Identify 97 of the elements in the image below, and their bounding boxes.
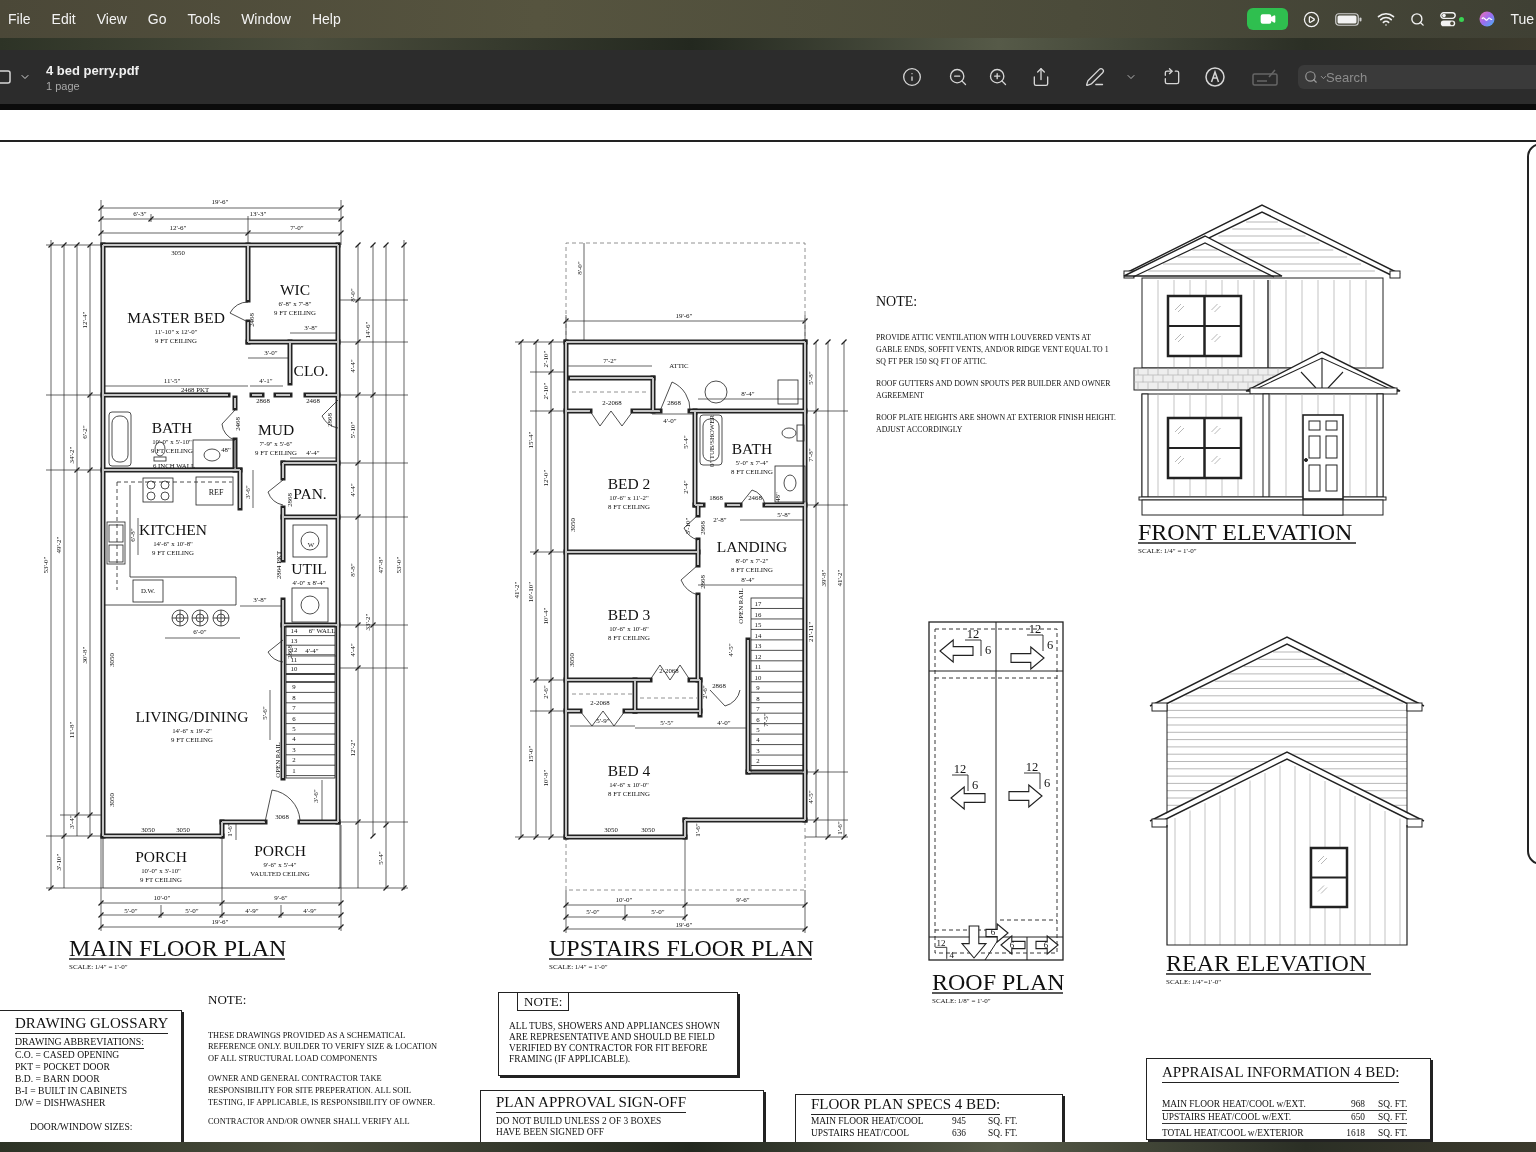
approval-text: DO NOT BUILD UNLESS 2 OF 3 BOXES HAVE BEEN SIGNED OFF: [496, 1115, 663, 1138]
zoom-in-icon[interactable]: [988, 67, 1008, 87]
pitch-run-label: 12: [1025, 760, 1039, 775]
pitch-run-label: 12: [1028, 622, 1042, 637]
glossary-item: D/W = DISHWASHER: [15, 1097, 106, 1110]
document-title: 4 bed perry.pdf: [46, 62, 139, 78]
room-name: LIVING/DINING: [135, 708, 249, 726]
control-center-icon[interactable]: [1440, 11, 1457, 27]
plan-label: REF: [208, 487, 224, 497]
info-icon[interactable]: [902, 67, 922, 87]
pitch-rise-label: 6: [1043, 776, 1051, 791]
pitch-run-label: 12: [936, 938, 946, 949]
drawing-title: ROOF PLAN: [932, 969, 1065, 996]
menu-bar-clock[interactable]: Tue: [1510, 11, 1534, 27]
room-name: BED 2: [607, 475, 651, 493]
specs-title: FLOOR PLAN SPECS 4 BED:: [811, 1097, 1001, 1115]
approval-title: PLAN APPROVAL SIGN-OFF: [496, 1095, 687, 1113]
siri-icon[interactable]: [1479, 11, 1496, 27]
glossary-subtitle: DRAWING ABBREVIATIONS:: [15, 1036, 145, 1050]
spec-unit: SQ. FT.: [1365, 1097, 1408, 1111]
room-name: KITCHEN: [139, 521, 207, 539]
glossary-item: B.D. = BARN DOOR: [15, 1073, 100, 1086]
glossary-item: PKT = POCKET DOOR: [15, 1061, 110, 1074]
spec-value: 1618: [1345, 1126, 1365, 1140]
room-name: CLO.: [293, 362, 329, 380]
spec-unit: SQ. FT.: [1365, 1110, 1408, 1124]
spec-value: 650: [1337, 1110, 1365, 1124]
room-name: MUD: [257, 421, 295, 439]
glossary-title: DRAWING GLOSSARY: [15, 1016, 169, 1034]
room-name: BATH: [731, 440, 773, 458]
menu-item[interactable]: Help: [311, 11, 341, 27]
play-icon[interactable]: [1303, 10, 1321, 28]
drawing-title: REAR ELEVATION: [1166, 950, 1367, 977]
menu-item[interactable]: View: [96, 11, 127, 27]
room-name: BED 4: [607, 762, 651, 780]
drawing-title: UPSTAIRS FLOOR PLAN: [549, 935, 814, 962]
pitch-rise-label: 6: [984, 643, 992, 658]
menu-item[interactable]: Go: [147, 11, 167, 27]
note-text: CONTRACTOR AND/OR OWNER SHALL VERIFY ALL: [208, 1116, 410, 1129]
pitch-run-label: 12: [953, 762, 967, 777]
note-heading: NOTE:: [517, 993, 570, 1011]
spec-label: MAIN FLOOR HEAT/COOL: [811, 1115, 925, 1128]
wifi-icon[interactable]: [1377, 10, 1396, 28]
page-count: 1 page: [46, 79, 81, 92]
note-text: THESE DRAWINGS PROVIDED AS A SCHEMATICAL REFERENCE ONLY. BUILDER TO VERIFY SIZE & LOCATION OF ALL STRUCTURAL LOAD COMPONENTS: [208, 1029, 438, 1066]
room-name: BED 3: [607, 606, 651, 624]
arrow-pitch-label: 6: [1009, 940, 1015, 951]
pitch-run-label: 12: [966, 627, 980, 642]
markup-icon[interactable]: [1205, 67, 1225, 87]
room-name: PORCH: [254, 842, 306, 860]
drawing-title: FRONT ELEVATION: [1138, 519, 1353, 546]
spec-label: UPSTAIRS HEAT/COOL: [811, 1127, 910, 1140]
spec-label: UPSTAIRS HEAT/COOL w/EXT.: [1162, 1110, 1337, 1124]
spec-label: TOTAL HEAT/COOL w/EXTERIOR: [1162, 1126, 1305, 1140]
menu-item[interactable]: Window: [241, 11, 291, 27]
room-name: WIC: [279, 281, 311, 299]
spec-label: MAIN FLOOR HEAT/COOL w/EXT.: [1162, 1097, 1337, 1111]
video-camera-icon[interactable]: [1247, 8, 1289, 30]
note-heading: NOTE:: [208, 993, 247, 1007]
pitch-rise-label: 6: [1046, 638, 1054, 653]
search-field[interactable]: Search: [1298, 65, 1536, 89]
spec-unit: SQ. FT.: [987, 1127, 1018, 1140]
arrow-pitch-label: 6: [990, 927, 996, 938]
note-heading: NOTE:: [876, 295, 918, 310]
rotate-icon[interactable]: [1162, 67, 1182, 87]
spec-value: 968: [1337, 1097, 1365, 1111]
sidebar-icon[interactable]: [0, 70, 11, 84]
search-icon: [1304, 70, 1318, 84]
zoom-out-icon[interactable]: [948, 67, 968, 87]
share-icon[interactable]: [1031, 67, 1051, 87]
room-name: UTIL: [291, 560, 327, 578]
battery-icon[interactable]: [1335, 12, 1363, 26]
room-name: LANDING: [716, 538, 788, 556]
room-name: BATH: [151, 419, 193, 437]
drawing-title: MAIN FLOOR PLAN: [69, 935, 287, 962]
glossary-footer: DOOR/WINDOW SIZES:: [30, 1121, 133, 1133]
spec-value: 945: [950, 1115, 966, 1128]
spec-unit: SQ. FT.: [987, 1115, 1018, 1128]
pitch-rise-label: 6: [971, 778, 979, 793]
menu-item[interactable]: Edit: [51, 11, 76, 27]
glossary-item: B-I = BUILT IN CABINETS: [15, 1085, 127, 1098]
room-name: MASTER BED: [127, 309, 225, 327]
note-text: ALL TUBS, SHOWERS AND APPLIANCES SHOWN ARE REPRESENTATIVE AND SHOULD BE FIELD VERIFIED BY CONTRACTOR FOR FIT BEFORE FRAMING (IF APPLICABLE).: [509, 1020, 721, 1065]
pitch-rise-label: 4: [949, 949, 955, 960]
appraisal-title: APPRAISAL INFORMATION 4 BED:: [1162, 1065, 1400, 1083]
status-dot-icon: [1459, 16, 1465, 22]
spec-value: 636: [950, 1127, 966, 1140]
glossary-item: C.O. = CASED OPENING: [15, 1049, 120, 1062]
note-text: OWNER AND GENERAL CONTRACTOR TAKE RESPONSIBILITY FOR SITE PREPERATION. ALL SOIL TESTING, IF APPLICABLE, IS RESPONSIBILITY OF OWNER.: [208, 1073, 436, 1109]
arrow-pitch-label: 6: [1043, 940, 1049, 951]
room-name: PAN.: [293, 485, 327, 503]
menu-item[interactable]: Tools: [187, 11, 221, 27]
spec-unit: SQ. FT.: [1377, 1126, 1408, 1140]
pen-icon[interactable]: [1085, 67, 1105, 87]
room-name: PORCH: [135, 848, 187, 866]
search-icon[interactable]: [1410, 11, 1426, 27]
menu-item[interactable]: File: [8, 11, 31, 27]
